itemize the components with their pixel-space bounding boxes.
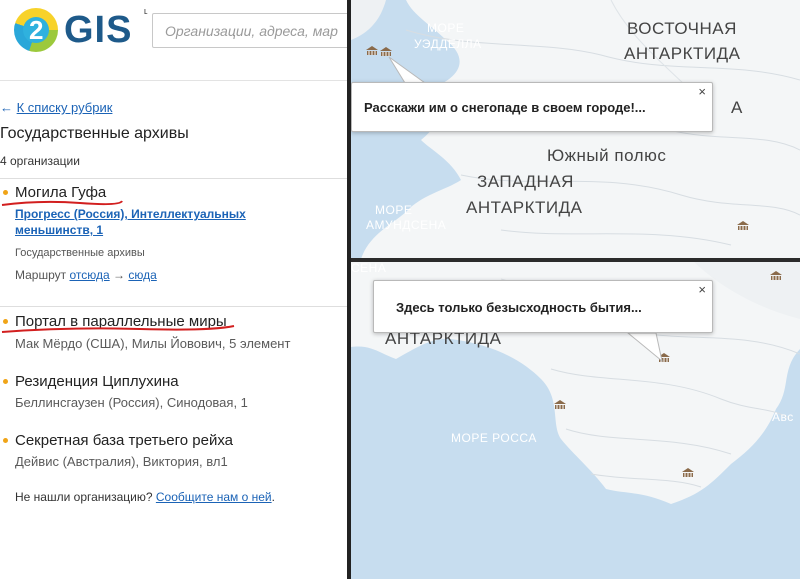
back-link-label: К списку рубрик bbox=[16, 100, 113, 115]
report-organization-link[interactable]: Сообщите нам о ней bbox=[156, 490, 272, 504]
arrow-left-icon: ← bbox=[0, 100, 13, 115]
search-results-panel: 2 GIS ᶫ ← К списку рубрик Государственны… bbox=[0, 0, 362, 579]
map-label-cut-right: Авс bbox=[772, 410, 794, 424]
map-label-amundsen-sea: МОРЕ bbox=[375, 203, 413, 217]
list-bullet-icon bbox=[3, 379, 8, 384]
map-label-sea-cut: СЕНА bbox=[351, 261, 387, 275]
org-name-portal[interactable]: Портал в параллельные миры bbox=[15, 313, 227, 330]
org-name-mogila-gufa[interactable]: Могила Гуфа bbox=[15, 184, 106, 201]
back-to-rubrics-link[interactable]: ← К списку рубрик bbox=[0, 100, 112, 115]
not-found-dot: . bbox=[271, 490, 275, 504]
not-found-text: Не нашли организацию? bbox=[15, 490, 153, 504]
archive-building-icon[interactable] bbox=[769, 270, 783, 282]
list-bullet-icon bbox=[3, 319, 8, 324]
map-view-bottom[interactable]: СЕНА АНТАРКТИДА МОРЕ РОССА Авс Здесь тол… bbox=[351, 259, 800, 579]
list-bullet-icon bbox=[3, 438, 8, 443]
close-icon[interactable]: × bbox=[698, 283, 706, 297]
search-input[interactable] bbox=[152, 13, 362, 48]
organization-count: 4 организации bbox=[0, 154, 80, 168]
logo-mark: ᶫ bbox=[144, 5, 148, 20]
not-found-prompt: Не нашли организацию? Сообщите нам о ней… bbox=[15, 490, 275, 504]
archive-building-icon[interactable] bbox=[553, 399, 567, 411]
2gis-logo[interactable]: 2 GIS ᶫ bbox=[14, 6, 148, 54]
map-label-east-antarctica: АНТАРКТИДА bbox=[624, 44, 741, 63]
org-address: Мак Мёрдо (США), Милы Йовович, 5 элемент bbox=[15, 336, 291, 351]
category-title: Государственные архивы bbox=[0, 125, 189, 142]
logo-number: 2 bbox=[29, 15, 44, 45]
popup-tail bbox=[626, 332, 663, 363]
list-divider bbox=[0, 178, 348, 179]
map-label-south-pole: Южный полюс bbox=[547, 146, 667, 165]
map-view-top[interactable]: МОРЕ УЭДДЕЛЛА ВОСТОЧНАЯ АНТАРКТИДА А Южн… bbox=[351, 0, 800, 259]
logo-text: GIS bbox=[64, 9, 133, 51]
map-label-west-antarctica: АНТАРКТИДА bbox=[466, 198, 583, 217]
map-popup: Здесь только безысходность бытия... × bbox=[373, 280, 713, 333]
org-name-secret-base[interactable]: Секретная база третьего рейха bbox=[15, 432, 233, 449]
org-address: Беллинсгаузен (Россия), Синодовая, 1 bbox=[15, 395, 248, 410]
route-to-here-link[interactable]: сюда bbox=[128, 268, 156, 282]
archive-building-icon[interactable] bbox=[681, 467, 695, 479]
org-address-link[interactable]: Прогресс (Россия), Интеллектуальных мень… bbox=[15, 206, 327, 238]
popup-tail bbox=[388, 56, 427, 84]
route-links: Маршрут отсюда → сюда bbox=[15, 268, 157, 282]
map-label-amundsen-sea: АМУНДСЕНА bbox=[366, 218, 447, 232]
org-address: Дейвис (Австралия), Виктория, вл1 bbox=[15, 454, 228, 469]
map-label-cut: А bbox=[731, 98, 743, 117]
list-bullet-icon bbox=[3, 190, 8, 195]
archive-building-icon[interactable] bbox=[365, 45, 379, 57]
map-popup: Расскажи им о снегопаде в своем городе!.… bbox=[351, 82, 713, 132]
map-label-weddell-sea: МОРЕ bbox=[427, 21, 465, 35]
route-from-here-link[interactable]: отсюда bbox=[69, 268, 109, 282]
map-label-ross-sea: МОРЕ РОССА bbox=[451, 431, 537, 445]
map-label-west-antarctica: ЗАПАДНАЯ bbox=[477, 172, 574, 191]
close-icon[interactable]: × bbox=[698, 85, 706, 99]
map-label-weddell-sea: УЭДДЕЛЛА bbox=[414, 37, 482, 51]
popup-text: Расскажи им о снегопаде в своем городе!.… bbox=[364, 100, 646, 115]
archive-building-icon[interactable] bbox=[736, 220, 750, 232]
header-divider bbox=[0, 80, 348, 81]
route-label: Маршрут bbox=[15, 268, 67, 282]
org-rubric: Государственные архивы bbox=[15, 247, 145, 259]
map-label-east-antarctica: ВОСТОЧНАЯ bbox=[627, 19, 737, 38]
list-divider bbox=[0, 306, 348, 307]
popup-text: Здесь только безысходность бытия... bbox=[396, 300, 642, 315]
org-name-residence[interactable]: Резиденция Циплухина bbox=[15, 373, 179, 390]
route-arrow-icon: → bbox=[113, 268, 126, 282]
map-split-divider bbox=[351, 258, 800, 262]
panel-divider bbox=[347, 0, 351, 579]
